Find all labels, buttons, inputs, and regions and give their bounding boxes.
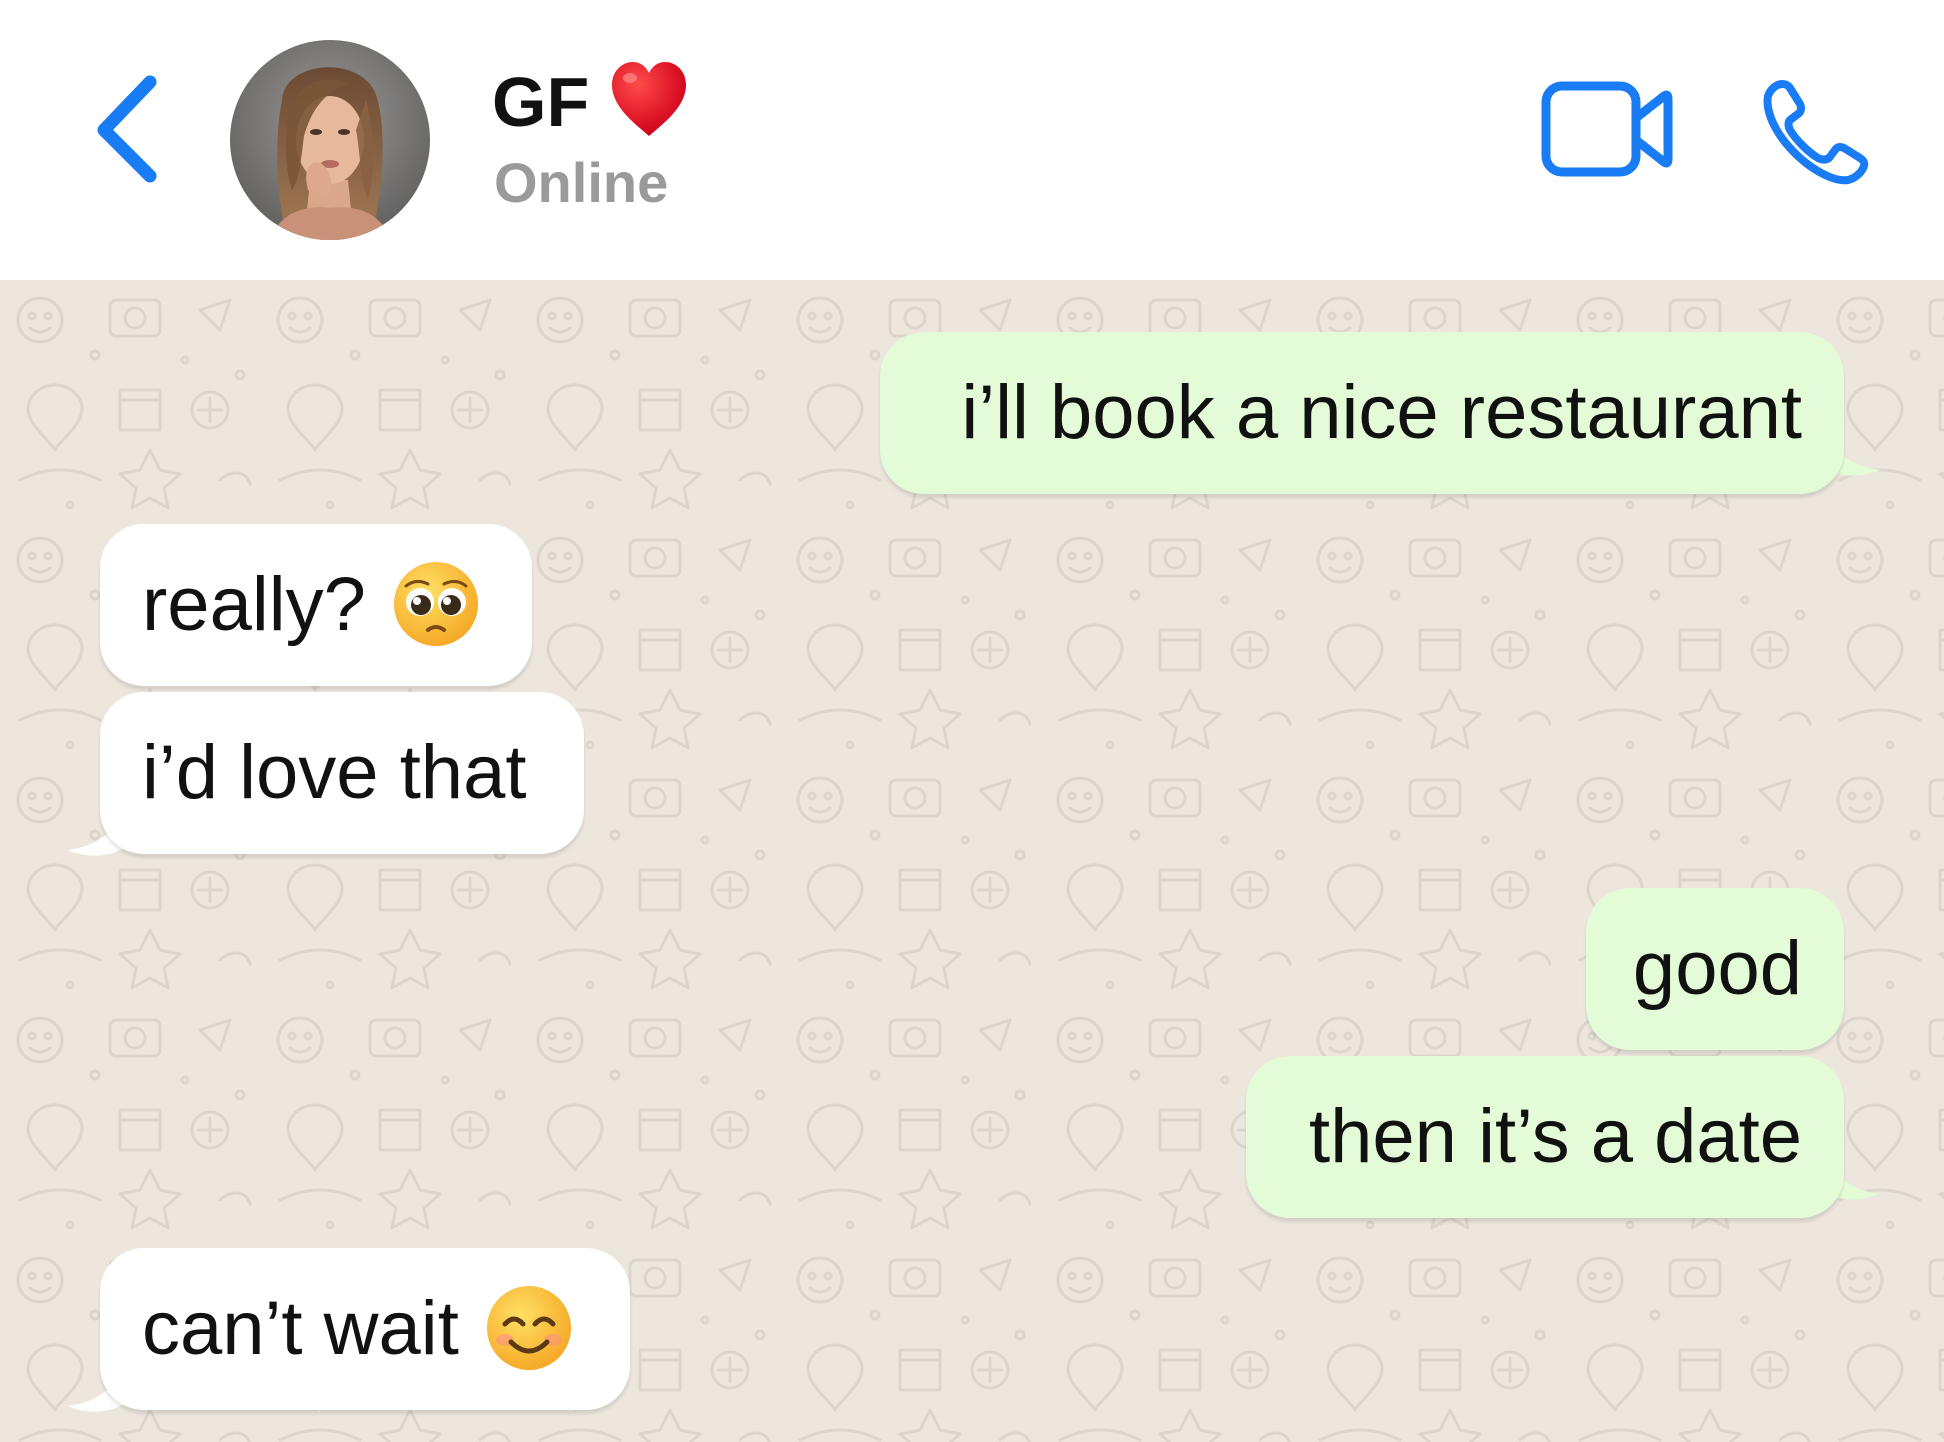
contact-status: Online — [494, 151, 669, 214]
pleading-face-icon — [393, 562, 478, 646]
chat-area[interactable]: i’ll book a nice restaurant really? i’d … — [0, 280, 1944, 1442]
message-text: good — [1632, 926, 1802, 1011]
voice-call-button[interactable] — [1760, 76, 1872, 188]
message-outgoing[interactable]: i’ll book a nice restaurant — [880, 332, 1844, 494]
chat-screen: GF Online i’ll book a nice restaurant re… — [0, 0, 1944, 1442]
message-outgoing[interactable]: then it’s a date — [1246, 1056, 1844, 1218]
message-text: i’ll book a nice restaurant — [961, 370, 1802, 455]
phone-icon — [1763, 80, 1869, 185]
message-incoming[interactable]: can’t wait — [100, 1248, 630, 1410]
contact-name[interactable]: GF — [492, 62, 589, 142]
back-button[interactable] — [90, 70, 170, 190]
message-incoming[interactable]: i’d love that — [100, 692, 584, 854]
message-text: can’t wait — [142, 1286, 459, 1371]
chevron-left-icon — [97, 75, 157, 183]
message-text: really? — [142, 562, 366, 647]
message-outgoing[interactable]: good — [1586, 888, 1844, 1050]
message-incoming[interactable]: really? — [100, 524, 532, 686]
chat-header: GF Online — [0, 0, 1944, 280]
avatar[interactable] — [230, 40, 430, 240]
message-text: then it’s a date — [1309, 1094, 1802, 1179]
heart-icon — [612, 62, 686, 136]
message-text: i’d love that — [142, 730, 527, 815]
video-camera-icon — [1541, 81, 1673, 177]
video-call-button[interactable] — [1540, 80, 1674, 178]
smiling-face-icon — [486, 1286, 571, 1370]
